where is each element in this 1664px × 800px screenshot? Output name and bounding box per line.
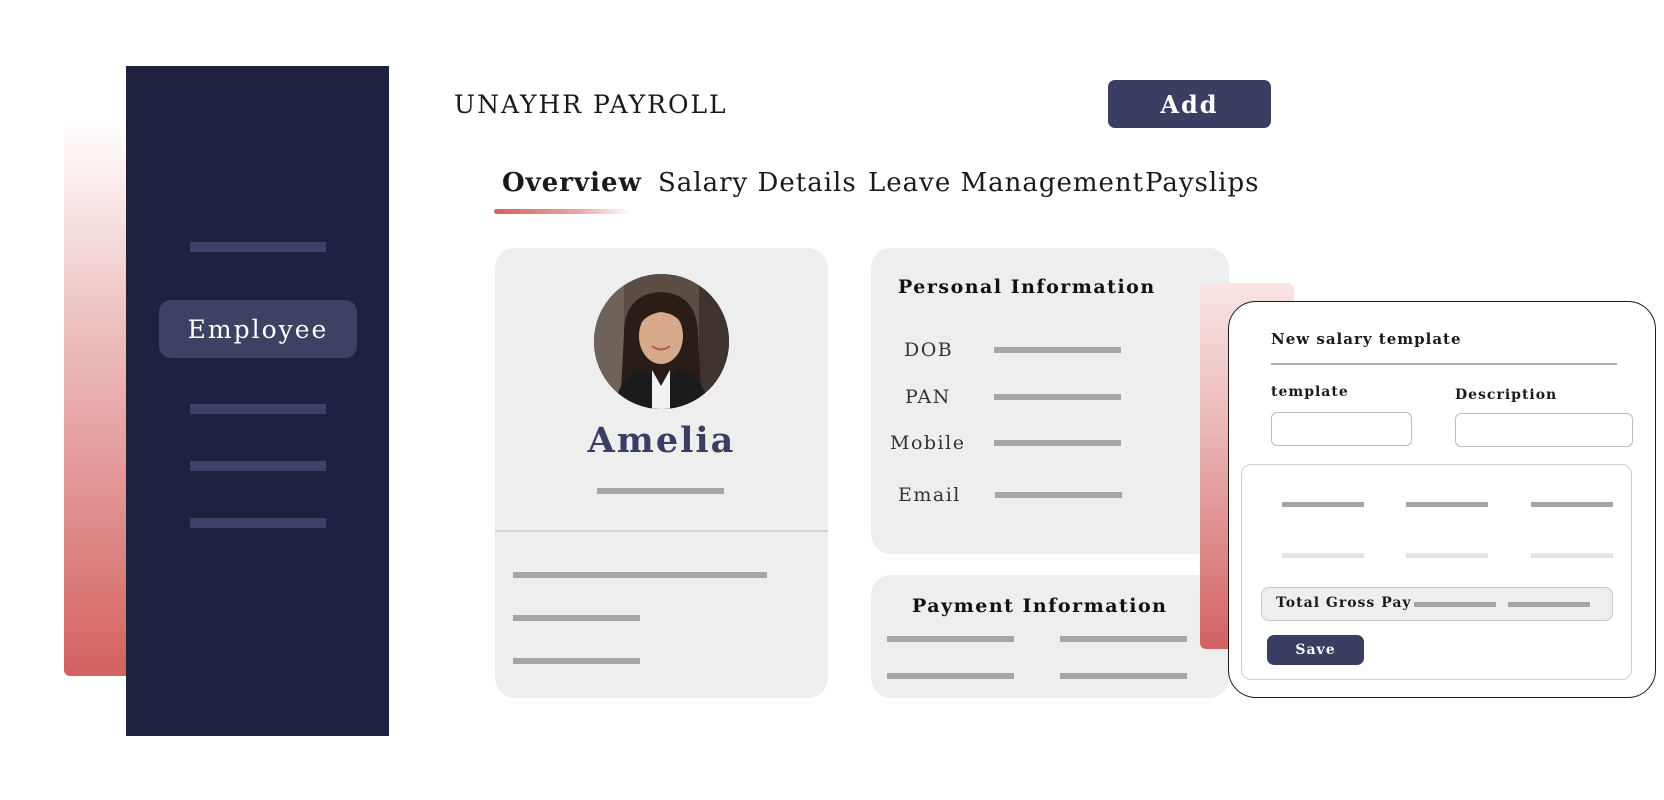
employee-photo-icon bbox=[594, 274, 729, 409]
employee-name: Amelia bbox=[587, 420, 736, 461]
dob-label: DOB bbox=[904, 339, 954, 361]
template-input[interactable] bbox=[1271, 412, 1412, 446]
salary-template-modal: New salary template template Description… bbox=[1228, 301, 1656, 698]
pan-label: PAN bbox=[905, 386, 951, 408]
email-value-placeholder bbox=[995, 492, 1122, 498]
app-title: UNAYHR PAYROLL bbox=[454, 90, 728, 119]
total-gross-pay-label: Total Gross Pay bbox=[1276, 595, 1412, 611]
description-label: Description bbox=[1455, 387, 1558, 403]
mobile-label: Mobile bbox=[890, 432, 966, 454]
table-cell-placeholder bbox=[1406, 553, 1488, 558]
payment-placeholder bbox=[887, 636, 1014, 642]
tab-salary-details[interactable]: Salary Details bbox=[658, 168, 857, 198]
tab-overview[interactable]: Overview bbox=[502, 168, 642, 198]
total-gross-pay-row: Total Gross Pay bbox=[1261, 587, 1613, 621]
pan-value-placeholder bbox=[994, 394, 1121, 400]
text-placeholder bbox=[513, 658, 640, 664]
employee-role-placeholder bbox=[597, 488, 724, 494]
table-cell-placeholder bbox=[1282, 553, 1364, 558]
add-button[interactable]: Add bbox=[1108, 80, 1271, 128]
gross-value-placeholder bbox=[1508, 602, 1590, 607]
salary-components-table: Total Gross Pay Save bbox=[1241, 464, 1632, 680]
text-placeholder bbox=[513, 572, 767, 578]
active-tab-indicator bbox=[494, 209, 632, 214]
table-header-placeholder bbox=[1406, 502, 1488, 507]
sidebar-item-placeholder[interactable] bbox=[190, 518, 326, 528]
profile-card: Amelia bbox=[495, 248, 828, 698]
table-header-placeholder bbox=[1531, 502, 1613, 507]
avatar bbox=[594, 274, 729, 409]
description-input[interactable] bbox=[1455, 413, 1633, 447]
tab-payslips[interactable]: Payslips bbox=[1145, 168, 1259, 198]
template-label: template bbox=[1271, 384, 1349, 400]
card-title: Payment Information bbox=[912, 595, 1168, 617]
sidebar-item-employee[interactable]: Employee bbox=[159, 300, 357, 358]
gross-value-placeholder bbox=[1414, 602, 1496, 607]
table-header-placeholder bbox=[1282, 502, 1364, 507]
sidebar-item-placeholder[interactable] bbox=[190, 461, 326, 471]
payment-information-card: Payment Information bbox=[871, 575, 1229, 698]
modal-title: New salary template bbox=[1271, 330, 1462, 348]
dob-value-placeholder bbox=[994, 347, 1121, 353]
table-cell-placeholder bbox=[1531, 553, 1613, 558]
modal-divider bbox=[1271, 363, 1617, 365]
accent-strip-left bbox=[64, 120, 134, 676]
text-placeholder bbox=[513, 615, 640, 621]
payment-placeholder bbox=[887, 673, 1014, 679]
sidebar-item-placeholder[interactable] bbox=[190, 242, 326, 252]
payment-placeholder bbox=[1060, 636, 1187, 642]
save-button[interactable]: Save bbox=[1267, 635, 1364, 665]
mobile-value-placeholder bbox=[994, 440, 1121, 446]
payment-placeholder bbox=[1060, 673, 1187, 679]
sidebar-item-placeholder[interactable] bbox=[190, 404, 326, 414]
divider bbox=[495, 530, 828, 532]
personal-information-card: Personal Information DOB PAN Mobile Emai… bbox=[871, 248, 1229, 554]
sidebar: Employee bbox=[126, 66, 389, 736]
tab-leave-management[interactable]: Leave Management bbox=[868, 168, 1144, 198]
email-label: Email bbox=[898, 484, 961, 506]
card-title: Personal Information bbox=[898, 276, 1156, 298]
